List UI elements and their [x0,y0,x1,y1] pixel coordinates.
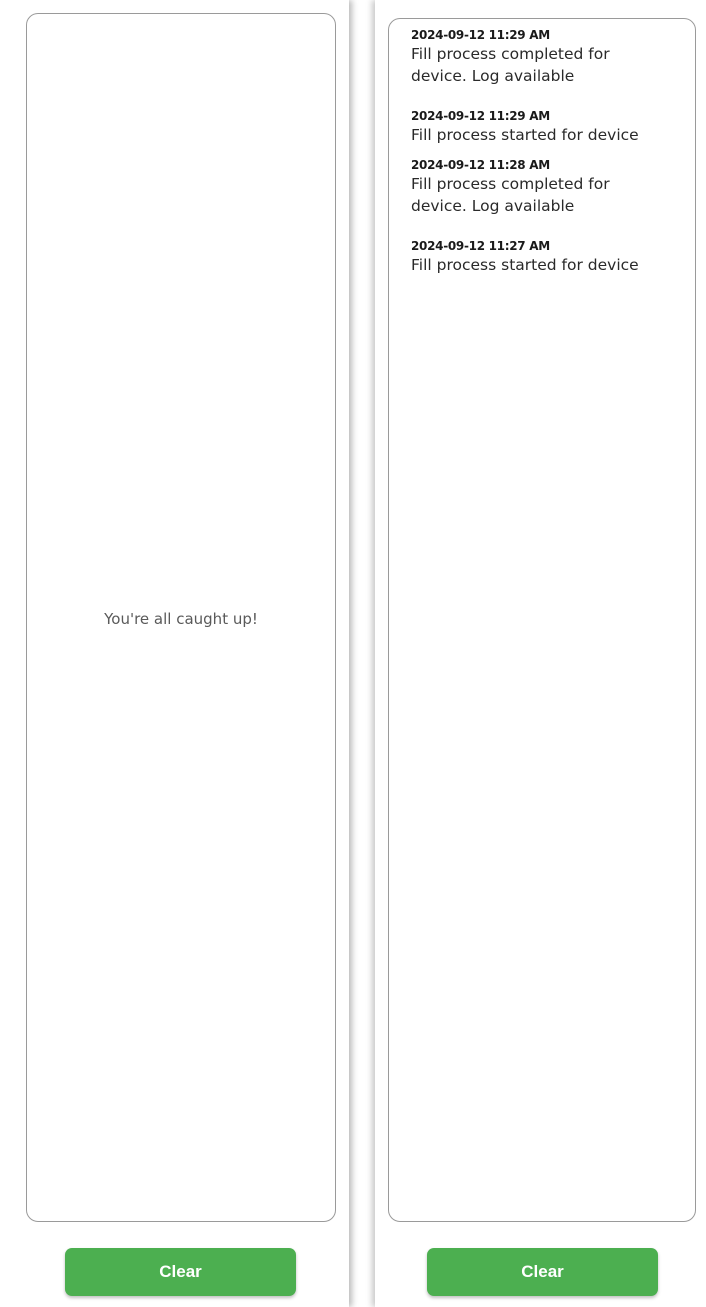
notification-timestamp: 2024-09-12 11:29 AM [411,28,550,42]
notifications-panel-empty: You're all caught up! Clear [0,0,349,1307]
notification-message-line: device. Log available [411,67,575,85]
notification-message-line: Fill process completed for [411,45,610,63]
clear-button[interactable]: Clear [65,1248,296,1296]
notification-message-line: Fill process started for device [411,126,639,144]
empty-state-message: You're all caught up! [104,610,258,628]
notification-timestamp: 2024-09-12 11:29 AM [411,109,550,123]
notification-item: 2024-09-12 11:29 AM Fill process complet… [411,28,689,87]
notifications-panel: 2024-09-12 11:29 AM Fill process complet… [375,0,706,1307]
notification-timestamp: 2024-09-12 11:27 AM [411,239,550,253]
notifications-list: 2024-09-12 11:29 AM Fill process complet… [388,18,696,1222]
notification-item: 2024-09-12 11:28 AM Fill process complet… [411,158,689,217]
notification-message-line: device. Log available [411,197,575,215]
notification-message-line: Fill process completed for [411,175,610,193]
notification-message-line: Fill process started for device [411,256,639,274]
notifications-list-empty: You're all caught up! [26,13,336,1222]
notification-item: 2024-09-12 11:27 AM Fill process started… [411,239,689,276]
clear-button[interactable]: Clear [427,1248,658,1296]
notification-item: 2024-09-12 11:29 AM Fill process started… [411,109,689,146]
notification-timestamp: 2024-09-12 11:28 AM [411,158,550,172]
